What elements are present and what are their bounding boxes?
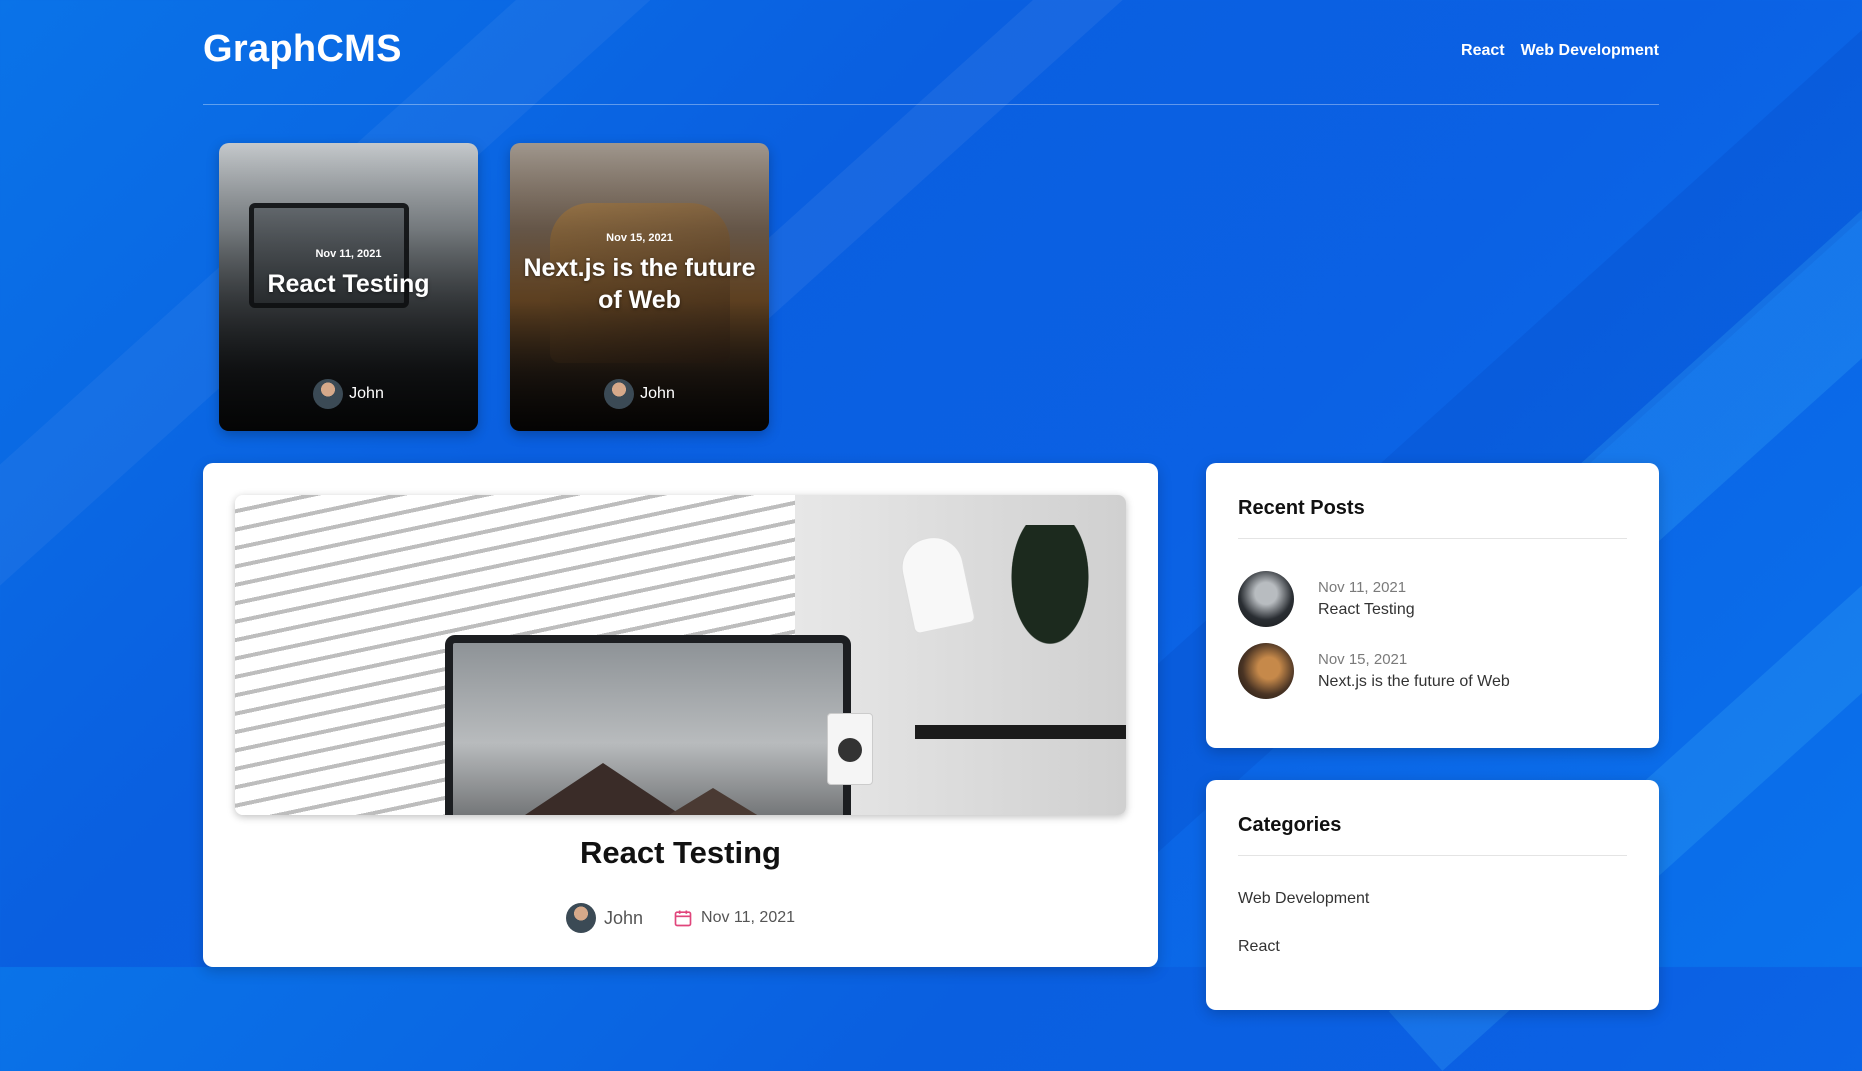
recent-post-item[interactable]: Nov 15, 2021 Next.js is the future of We… [1238, 643, 1510, 699]
post-meta: John Nov 11, 2021 [203, 903, 1158, 933]
divider [1238, 538, 1627, 539]
nav-link-react[interactable]: React [1461, 42, 1505, 60]
avatar [565, 903, 596, 933]
featured-post-content: Nov 15, 2021 Next.js is the future of We… [510, 232, 769, 316]
category-nav: React Web Development [1461, 42, 1659, 60]
avatar [313, 379, 344, 409]
monitor-graphic [445, 635, 851, 815]
author-name: John [349, 385, 384, 402]
recent-post-thumbnail [1238, 571, 1294, 627]
recent-post-date: Nov 15, 2021 [1318, 651, 1408, 668]
author-name: John [640, 385, 675, 402]
divider [1238, 855, 1627, 856]
avatar [604, 379, 635, 409]
recent-post-text: Nov 15, 2021 Next.js is the future of We… [1318, 651, 1510, 691]
featured-post-content: Nov 11, 2021 React Testing [219, 248, 478, 300]
recent-post-date: Nov 11, 2021 [1318, 579, 1407, 596]
post-date-text: Nov 11, 2021 [701, 909, 796, 926]
author-name: John [603, 907, 644, 928]
recent-post-item[interactable]: Nov 11, 2021 React Testing [1238, 571, 1415, 627]
featured-post-author: John [219, 379, 478, 409]
speaker-graphic [827, 713, 873, 785]
featured-post-date: Nov 15, 2021 [606, 232, 673, 244]
categories-widget: Categories Web Development React [1206, 780, 1659, 1010]
featured-post-date: Nov 11, 2021 [315, 248, 382, 260]
post-title[interactable]: React Testing [203, 835, 1158, 871]
widget-title: Recent Posts [1238, 497, 1365, 519]
side-table-graphic [915, 725, 1126, 739]
featured-post-title: Next.js is the future of Web [523, 254, 756, 314]
featured-post-card[interactable]: Nov 11, 2021 React Testing John [219, 143, 478, 431]
featured-post-author: John [510, 379, 769, 409]
category-link-web-development[interactable]: Web Development [1238, 890, 1369, 908]
post-date: Nov 11, 2021 [673, 908, 795, 928]
recent-post-title[interactable]: React Testing [1318, 601, 1415, 619]
site-header: GraphCMS React Web Development [203, 28, 1659, 105]
nav-link-web-development[interactable]: Web Development [1521, 42, 1659, 60]
featured-post-card[interactable]: Nov 15, 2021 Next.js is the future of We… [510, 143, 769, 431]
mountain-graphic [623, 788, 803, 815]
post-featured-image[interactable] [235, 495, 1126, 815]
recent-post-title[interactable]: Next.js is the future of Web [1318, 673, 1510, 691]
calendar-icon [674, 910, 692, 927]
post-card: React Testing John Nov 11, 2021 [203, 463, 1158, 967]
recent-post-text: Nov 11, 2021 React Testing [1318, 579, 1415, 619]
recent-post-thumbnail [1238, 643, 1294, 699]
post-author: John [565, 903, 644, 933]
plant-graphic [1005, 525, 1095, 655]
site-logo[interactable]: GraphCMS [203, 28, 402, 71]
recent-posts-widget: Recent Posts Nov 11, 2021 React Testing … [1206, 463, 1659, 748]
widget-title: Categories [1238, 814, 1342, 836]
lamp-graphic [896, 531, 976, 635]
category-link-react[interactable]: React [1238, 938, 1280, 956]
featured-post-title: React Testing [267, 270, 430, 298]
